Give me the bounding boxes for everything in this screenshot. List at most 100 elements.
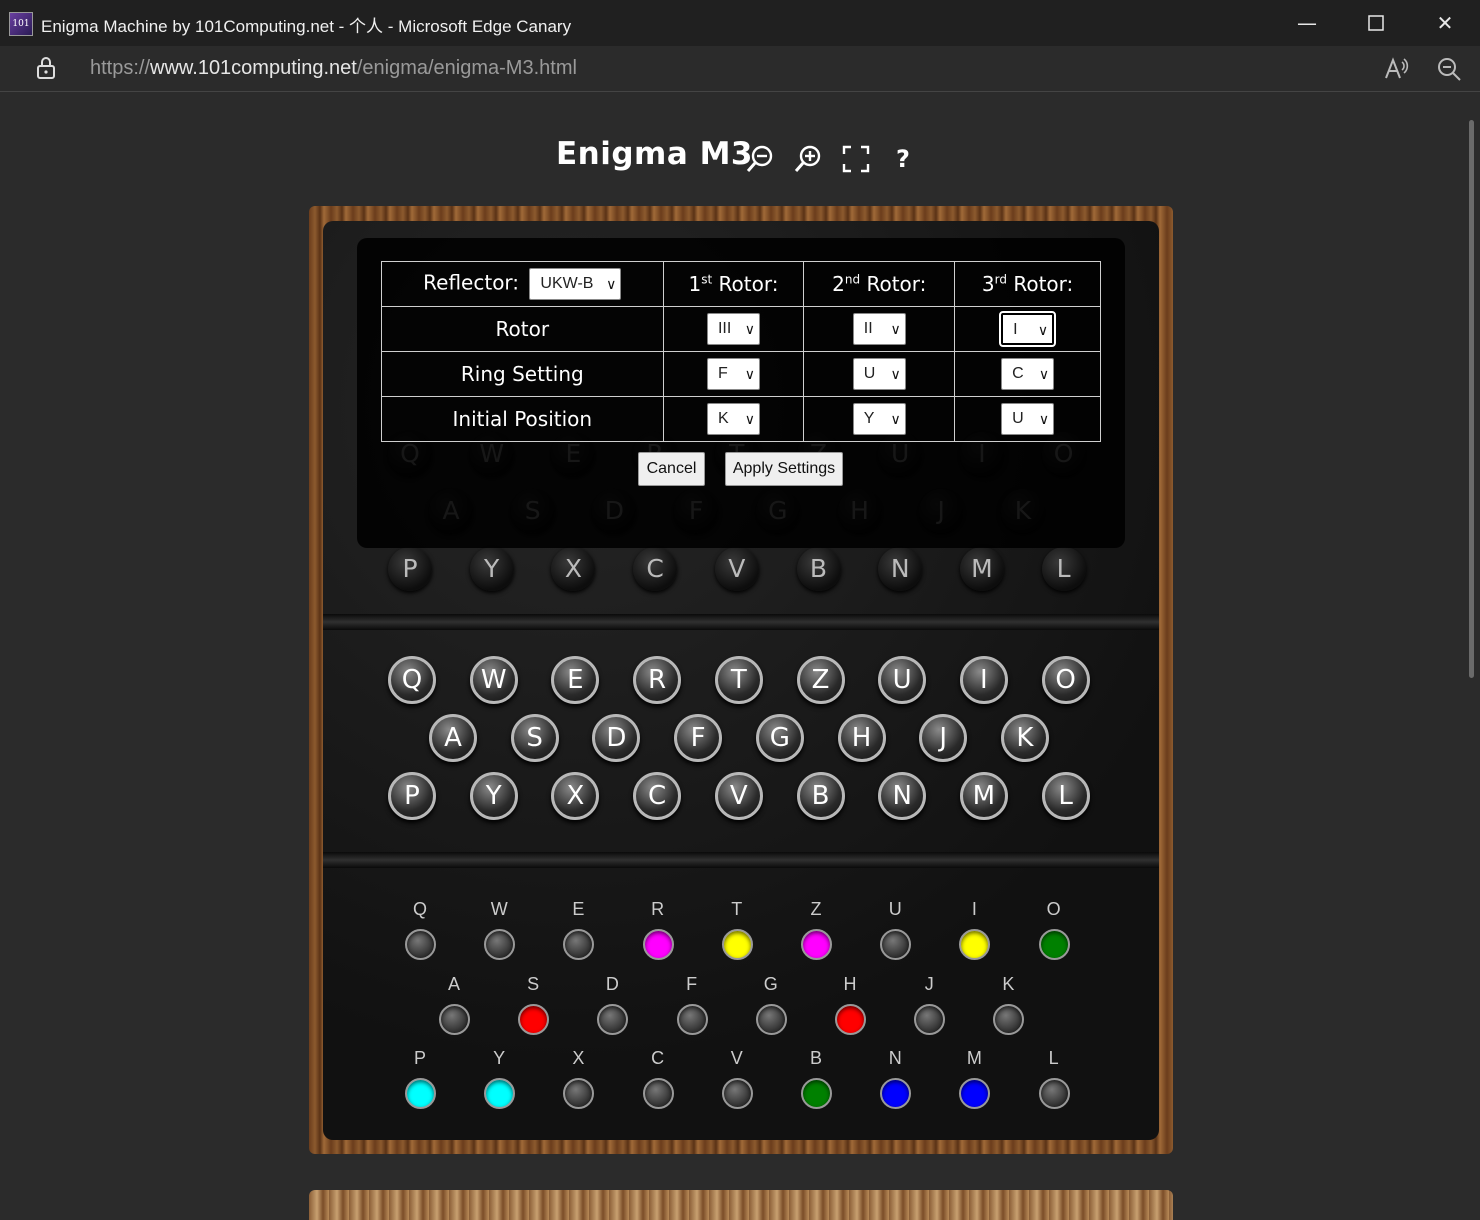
rotor-3-select[interactable]: I ∨ <box>999 311 1057 347</box>
plug-label-z: Z <box>810 899 822 919</box>
plug-socket-t[interactable] <box>721 929 753 960</box>
plug-label-r: R <box>651 899 665 919</box>
key-w[interactable]: W <box>469 656 518 704</box>
plug-socket-j[interactable] <box>914 1004 946 1035</box>
cancel-button[interactable]: Cancel <box>638 452 705 486</box>
plug-label-o: O <box>1046 899 1061 919</box>
plug-socket-b[interactable] <box>801 1078 832 1109</box>
key-h[interactable]: H <box>837 714 886 762</box>
plug-socket-w[interactable] <box>484 929 516 960</box>
ring-2-select[interactable]: U ∨ <box>852 358 906 390</box>
rotor-1-header: 1st Rotor: <box>662 261 805 307</box>
key-l[interactable]: L <box>1041 772 1090 820</box>
chevron-down-icon: ∨ <box>744 411 755 427</box>
plug-label-i: I <box>971 899 977 919</box>
plug-socket-s[interactable] <box>518 1004 550 1035</box>
plug-label-q: Q <box>412 899 427 919</box>
chevron-down-icon: ∨ <box>890 366 901 382</box>
close-window-button[interactable]: ✕ <box>1430 8 1460 38</box>
plug-socket-l[interactable] <box>1038 1078 1070 1109</box>
plug-label-d: D <box>605 974 619 994</box>
fullscreen-icon[interactable] <box>841 144 871 174</box>
help-button[interactable]: ? <box>896 145 910 173</box>
key-n[interactable]: N <box>878 772 927 820</box>
key-y[interactable]: Y <box>469 772 518 820</box>
plug-label-k: K <box>1002 974 1015 994</box>
key-m[interactable]: M <box>959 772 1008 820</box>
plug-socket-u[interactable] <box>880 929 912 960</box>
plug-label-u: U <box>888 899 902 919</box>
apply-settings-button[interactable]: Apply Settings <box>725 452 843 486</box>
rotor-1-select[interactable]: III ∨ <box>706 313 760 345</box>
key-o[interactable]: O <box>1041 656 1090 704</box>
page-title: Enigma M3 <box>556 136 753 172</box>
rotor-3-header: 3rd Rotor: <box>954 261 1101 307</box>
minimize-button[interactable]: — <box>1292 8 1322 38</box>
plug-label-t: T <box>731 899 743 919</box>
plug-label-y: Y <box>493 1048 506 1068</box>
reflector-select[interactable]: UKW-B ∨ <box>529 268 622 300</box>
key-c[interactable]: C <box>633 772 682 820</box>
plug-socket-q[interactable] <box>405 929 436 960</box>
plug-socket-p[interactable] <box>405 1078 436 1109</box>
chevron-down-icon: ∨ <box>1038 366 1050 382</box>
key-s[interactable]: S <box>510 714 559 762</box>
lamp-m: M <box>959 547 1004 591</box>
plug-label-j: J <box>924 974 934 994</box>
row-label: Initial Position <box>381 396 664 442</box>
key-g[interactable]: G <box>755 714 804 762</box>
plug-socket-o[interactable] <box>1038 929 1070 960</box>
plug-label-m: M <box>966 1048 982 1068</box>
plug-label-s: S <box>527 974 540 994</box>
plug-socket-a[interactable] <box>439 1004 470 1035</box>
key-k[interactable]: K <box>1000 714 1049 762</box>
position-1-select[interactable]: K ∨ <box>706 403 760 435</box>
plug-label-a: A <box>447 974 460 994</box>
plug-socket-c[interactable] <box>642 1078 674 1109</box>
plug-socket-f[interactable] <box>676 1004 708 1035</box>
plug-socket-y[interactable] <box>484 1078 516 1109</box>
zoom-out-icon[interactable] <box>1436 56 1462 82</box>
key-b[interactable]: B <box>796 772 845 820</box>
plug-label-x: X <box>572 1048 585 1068</box>
key-j[interactable]: J <box>919 714 968 762</box>
key-q[interactable]: Q <box>388 656 436 704</box>
panel-seam <box>323 852 1159 868</box>
plug-socket-g[interactable] <box>755 1004 787 1035</box>
zoom-out-icon[interactable] <box>745 144 775 174</box>
plug-socket-n[interactable] <box>880 1078 912 1109</box>
position-2-select[interactable]: Y ∨ <box>852 403 906 435</box>
plug-socket-r[interactable] <box>642 929 674 960</box>
plug-socket-z[interactable] <box>801 929 832 960</box>
rotor-2-select[interactable]: II ∨ <box>852 313 906 345</box>
key-p[interactable]: P <box>388 772 436 820</box>
plug-socket-v[interactable] <box>721 1078 753 1109</box>
plug-socket-h[interactable] <box>835 1004 866 1035</box>
key-i[interactable]: I <box>959 656 1008 704</box>
zoom-in-icon[interactable] <box>793 144 823 174</box>
plug-label-w: W <box>490 899 508 919</box>
key-f[interactable]: F <box>674 714 723 762</box>
plug-label-p: P <box>413 1048 426 1068</box>
position-3-select[interactable]: U ∨ <box>1001 403 1055 435</box>
row-label: Ring Setting <box>381 351 664 397</box>
window-titlebar: 101 Enigma Machine by 101Computing.net -… <box>0 0 1480 46</box>
maximize-button[interactable] <box>1361 8 1391 38</box>
lock-icon[interactable] <box>36 56 56 80</box>
key-a[interactable]: A <box>429 714 477 762</box>
plug-label-c: C <box>651 1048 665 1068</box>
url-host: www.101computing.net <box>150 57 357 79</box>
read-aloud-icon[interactable] <box>1383 56 1409 82</box>
chevron-down-icon: ∨ <box>606 276 617 292</box>
key-v[interactable]: V <box>714 772 763 820</box>
row-label: Rotor <box>381 306 664 352</box>
ring-3-select[interactable]: C ∨ <box>1001 358 1055 390</box>
url-path: /enigma/enigma-M3.html <box>356 57 577 79</box>
page-scrollbar[interactable] <box>1469 120 1474 678</box>
key-r[interactable]: R <box>633 656 682 704</box>
key-t[interactable]: T <box>714 656 763 704</box>
url-field[interactable]: https://www.101computing.net/enigma/enig… <box>90 57 577 80</box>
key-u[interactable]: U <box>878 656 927 704</box>
key-z[interactable]: Z <box>796 656 845 704</box>
ring-1-select[interactable]: F ∨ <box>706 358 760 390</box>
